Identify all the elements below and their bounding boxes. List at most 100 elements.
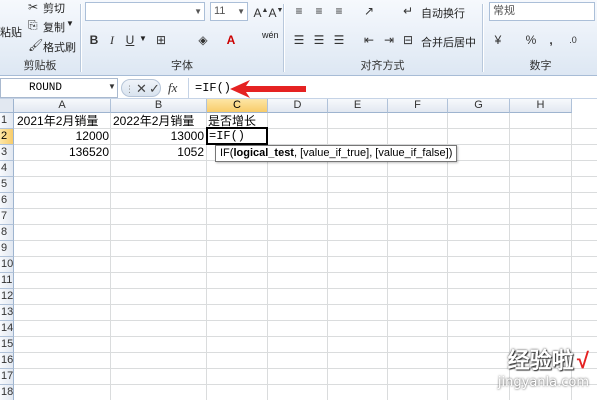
- cell-b1[interactable]: 2022年2月销量: [113, 113, 194, 129]
- check-icon: √: [576, 348, 589, 373]
- row-gridline: [14, 192, 597, 193]
- row-header-10[interactable]: 10: [0, 257, 14, 273]
- cancel-icon[interactable]: ✕: [136, 80, 147, 98]
- row-header-2[interactable]: 2: [0, 129, 14, 145]
- column-header-b[interactable]: B: [111, 99, 207, 113]
- align-bottom-icon[interactable]: ≡: [330, 2, 348, 20]
- row-gridline: [14, 288, 597, 289]
- row-gridline: [14, 240, 597, 241]
- column-header-d[interactable]: D: [268, 99, 328, 113]
- fill-color-icon[interactable]: ◈: [194, 31, 212, 49]
- align-top-icon[interactable]: ≡: [290, 2, 308, 20]
- copy-dropdown-icon[interactable]: ▼: [66, 19, 74, 28]
- align-right-icon[interactable]: ☰: [330, 31, 348, 49]
- format-painter-button[interactable]: 格式刷: [43, 39, 76, 55]
- align-middle-icon[interactable]: ≡: [310, 2, 328, 20]
- tooltip-function[interactable]: IF(: [220, 147, 233, 159]
- red-arrow-annotation: [230, 80, 306, 98]
- number-format-select[interactable]: 常规: [489, 2, 595, 21]
- align-center-icon[interactable]: ☰: [310, 31, 328, 49]
- increase-indent-icon[interactable]: ⇥: [380, 31, 398, 49]
- phonetic-button[interactable]: wén: [262, 30, 279, 40]
- row-gridline: [14, 224, 597, 225]
- paste-button[interactable]: 粘贴: [0, 24, 22, 40]
- row-header-5[interactable]: 5: [0, 177, 14, 193]
- watermark: 经验啦 √ jingyanla.com: [498, 343, 589, 390]
- clipboard-group-label: 剪贴板: [23, 60, 57, 72]
- row-header-13[interactable]: 13: [0, 305, 14, 321]
- watermark-text: 经验啦: [507, 349, 574, 374]
- row-header-14[interactable]: 14: [0, 321, 14, 337]
- underline-dropdown-icon[interactable]: ▼: [139, 34, 147, 43]
- decrease-indent-icon[interactable]: ⇤: [360, 31, 378, 49]
- borders-icon[interactable]: ⊞: [152, 31, 170, 49]
- tooltip-current-arg[interactable]: logical_test: [233, 147, 294, 159]
- font-name-select[interactable]: ▼: [85, 2, 205, 21]
- row-header-8[interactable]: 8: [0, 225, 14, 241]
- format-painter-icon: 🖌: [28, 38, 44, 52]
- row-header-9[interactable]: 9: [0, 241, 14, 257]
- cut-button[interactable]: 剪切: [43, 0, 65, 16]
- function-tooltip: IF(logical_test, [value_if_true], [value…: [215, 145, 458, 162]
- ribbon: 粘贴 ✂ 剪切 ⎘ 复制 ▼ 🖌 格式刷 剪贴板 ▼ 11 ▼ A▲ A▼ B I…: [0, 0, 597, 76]
- row-gridline: [14, 304, 597, 305]
- row-header-11[interactable]: 11: [0, 273, 14, 289]
- copy-icon: ⎘: [28, 18, 38, 32]
- arrow-shape: [230, 80, 306, 98]
- name-box[interactable]: ROUND: [0, 78, 118, 98]
- watermark-url: jingyanla.com: [497, 375, 589, 390]
- scissors-icon: ✂: [28, 0, 39, 14]
- cell-a1[interactable]: 2021年2月销量: [17, 113, 98, 129]
- row-header-18[interactable]: 18: [0, 385, 14, 400]
- italic-button[interactable]: I: [103, 31, 121, 49]
- insert-function-button[interactable]: fx: [168, 80, 177, 96]
- copy-button[interactable]: 复制: [43, 19, 65, 35]
- row-header-4[interactable]: 4: [0, 161, 14, 177]
- cell-edit-text: =IF(): [209, 129, 246, 143]
- bold-button[interactable]: B: [85, 31, 103, 49]
- merge-center-button[interactable]: 合并后居中: [421, 34, 476, 50]
- number-group: 常规 ¥ % , .0 数字: [484, 0, 597, 75]
- row-header-6[interactable]: 6: [0, 193, 14, 209]
- chevron-down-icon: ▼: [237, 7, 245, 16]
- active-cell-c2[interactable]: =IF(): [206, 127, 268, 145]
- orientation-icon[interactable]: ↗: [360, 2, 378, 20]
- underline-button[interactable]: U: [121, 31, 139, 49]
- wrap-text-button[interactable]: 自动换行: [421, 5, 465, 21]
- column-header-g[interactable]: G: [448, 99, 510, 113]
- row-header-3[interactable]: 3: [0, 145, 14, 161]
- enter-icon[interactable]: ✓: [149, 80, 160, 98]
- column-header-a[interactable]: A: [14, 99, 111, 113]
- cell-a2[interactable]: 12000: [15, 128, 111, 144]
- cell-b2[interactable]: 13000: [111, 128, 206, 144]
- clipboard-group: 粘贴 ✂ 剪切 ⎘ 复制 ▼ 🖌 格式刷 剪贴板: [0, 0, 80, 75]
- column-header-e[interactable]: E: [328, 99, 388, 113]
- font-color-icon[interactable]: A: [222, 31, 240, 49]
- chevron-down-icon[interactable]: ▼: [108, 82, 116, 91]
- row-header-1[interactable]: 1: [0, 113, 14, 129]
- column-header-f[interactable]: F: [388, 99, 448, 113]
- alignment-group-label: 对齐方式: [360, 60, 405, 72]
- row-header-16[interactable]: 16: [0, 353, 14, 369]
- cell-b3[interactable]: 1052: [111, 144, 206, 160]
- row-header-7[interactable]: 7: [0, 209, 14, 225]
- row-gridline: [14, 208, 597, 209]
- row-header-17[interactable]: 17: [0, 369, 14, 385]
- row-header-12[interactable]: 12: [0, 289, 14, 305]
- tooltip-rest-args: , [value_if_true], [value_if_false]): [293, 147, 453, 159]
- increase-decimal-icon[interactable]: .0: [564, 31, 582, 49]
- currency-icon[interactable]: ¥: [489, 31, 507, 49]
- cell-a3[interactable]: 136520: [15, 144, 111, 160]
- row-gridline: [14, 320, 597, 321]
- number-format-value: 常规: [493, 5, 515, 17]
- comma-button[interactable]: ,: [542, 31, 560, 49]
- row-gridline: [14, 272, 597, 273]
- select-all-corner[interactable]: [0, 99, 14, 113]
- percent-button[interactable]: %: [522, 31, 540, 49]
- align-left-icon[interactable]: ☰: [290, 31, 308, 49]
- row-header-15[interactable]: 15: [0, 337, 14, 353]
- font-size-select[interactable]: 11 ▼: [210, 2, 248, 21]
- column-header-h[interactable]: H: [510, 99, 572, 113]
- alignment-group: ≡ ≡ ≡ ↗ ↵ 自动换行 ☰ ☰ ☰ ⇤ ⇥ ⊟ 合并后居中 对齐方式: [285, 0, 480, 75]
- column-header-c[interactable]: C: [207, 99, 268, 113]
